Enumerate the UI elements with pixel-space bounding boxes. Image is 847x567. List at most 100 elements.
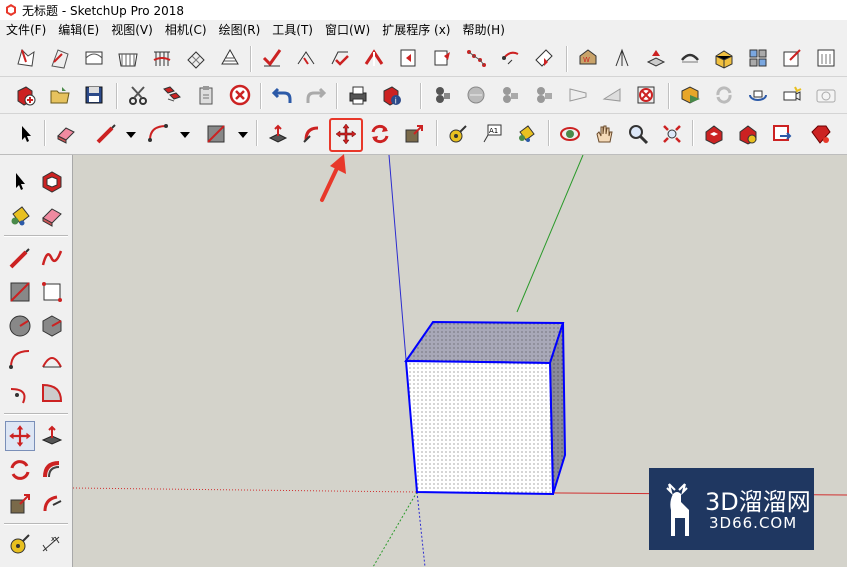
sandbox-from-contours-icon[interactable] — [14, 46, 38, 70]
extension-manager-icon[interactable] — [736, 122, 760, 146]
component-icon[interactable] — [712, 46, 736, 70]
solid-split-icon[interactable] — [430, 46, 454, 70]
new-file-icon[interactable] — [14, 83, 38, 107]
menu-window[interactable]: 窗口(W) — [319, 20, 376, 40]
cut-icon[interactable] — [126, 83, 150, 107]
solid-trim-icon[interactable] — [396, 46, 420, 70]
export-camera-icon[interactable] — [814, 83, 838, 107]
text-tool-icon[interactable]: A1 — [480, 122, 504, 146]
menu-edit[interactable]: 编辑(E) — [52, 20, 105, 40]
select-tool-icon[interactable] — [14, 122, 38, 146]
pie-icon[interactable] — [39, 381, 65, 407]
menu-view[interactable]: 视图(V) — [105, 20, 159, 40]
zoom-extents-tool-icon[interactable] — [660, 122, 684, 146]
follow-me-tool-icon[interactable] — [300, 122, 324, 146]
eraser-icon[interactable] — [39, 203, 65, 229]
curve-tool-icon[interactable] — [498, 46, 522, 70]
menu-camera[interactable]: 相机(C) — [159, 20, 213, 40]
rotated-rectangle-icon[interactable] — [39, 279, 65, 305]
rectangle-icon[interactable] — [7, 279, 33, 305]
cube-top-face[interactable] — [404, 320, 565, 365]
offset-icon[interactable] — [39, 491, 65, 517]
open-folder-icon[interactable] — [48, 83, 72, 107]
copy-icon[interactable] — [160, 83, 184, 107]
scene-camera-icon[interactable] — [780, 83, 804, 107]
sandbox-stamp-icon[interactable] — [116, 46, 140, 70]
undo-icon[interactable] — [270, 83, 294, 107]
move-icon[interactable] — [5, 421, 35, 451]
pan-tool-icon[interactable] — [592, 122, 616, 146]
extension-warehouse-icon[interactable] — [678, 46, 702, 70]
rectangle-dropdown-icon[interactable] — [238, 132, 248, 138]
polygon-icon[interactable] — [39, 313, 65, 339]
erase-icon[interactable] — [228, 83, 252, 107]
menu-extensions[interactable]: 扩展程序 (x) — [376, 20, 456, 40]
follow-me-icon[interactable] — [39, 457, 65, 483]
dimension-icon[interactable]: x — [39, 531, 65, 557]
make-component-icon[interactable] — [39, 169, 65, 195]
menu-tools[interactable]: 工具(T) — [266, 20, 319, 40]
tape-measure-tool-icon[interactable] — [446, 122, 470, 146]
materials-icon[interactable] — [746, 46, 770, 70]
photo-textures-icon[interactable] — [498, 83, 522, 107]
scale-icon[interactable] — [7, 491, 33, 517]
solid-outer-shell-icon[interactable] — [260, 46, 284, 70]
paint-bucket-icon[interactable] — [7, 203, 33, 229]
zoom-tool-icon[interactable] — [626, 122, 650, 146]
camera-pan-icon[interactable] — [746, 83, 770, 107]
photo-texture-icon[interactable] — [532, 46, 556, 70]
sections-icon[interactable] — [678, 83, 702, 107]
menu-draw[interactable]: 绘图(R) — [213, 20, 267, 40]
sandbox-smoove-icon[interactable] — [82, 46, 106, 70]
selected-cube[interactable] — [404, 320, 567, 496]
cube-front-face[interactable] — [404, 359, 555, 496]
share-model-icon[interactable] — [644, 46, 668, 70]
walk-grey-icon[interactable] — [600, 83, 624, 107]
sandbox-scratch-icon[interactable] — [48, 46, 72, 70]
share-component-icon[interactable] — [610, 46, 634, 70]
eraser-tool-icon[interactable] — [54, 122, 78, 146]
paint-bucket-tool-icon[interactable] — [514, 122, 538, 146]
sandbox-add-detail-icon[interactable] — [184, 46, 208, 70]
model-info-icon[interactable]: i — [380, 83, 404, 107]
add-location-icon[interactable] — [430, 83, 454, 107]
line-icon[interactable] — [7, 245, 33, 271]
redo-icon[interactable] — [304, 83, 328, 107]
sandbox-drape-icon[interactable] — [150, 46, 174, 70]
menu-file[interactable]: 文件(F) — [0, 20, 52, 40]
rectangle-tool-icon[interactable] — [204, 122, 228, 146]
solid-subtract-icon[interactable] — [362, 46, 386, 70]
print-icon[interactable] — [346, 83, 370, 107]
line-tool-icon[interactable] — [94, 122, 118, 146]
two-point-arc-icon[interactable] — [39, 347, 65, 373]
position-camera-grey-icon[interactable] — [566, 83, 590, 107]
rotate-icon[interactable] — [7, 457, 33, 483]
arc-dropdown-icon[interactable] — [180, 132, 190, 138]
push-pull-tool-icon[interactable] — [266, 122, 290, 146]
hide-geometry-icon[interactable] — [634, 83, 658, 107]
arc-icon[interactable] — [7, 347, 33, 373]
sandbox-flip-edge-icon[interactable] — [218, 46, 242, 70]
arc-tool-icon[interactable] — [146, 122, 170, 146]
ruby-console-icon[interactable] — [808, 122, 832, 146]
save-icon[interactable] — [82, 83, 106, 107]
three-point-arc-icon[interactable] — [7, 381, 33, 407]
rotate-tool-icon[interactable] — [368, 122, 392, 146]
3d-warehouse-icon[interactable]: W — [576, 46, 600, 70]
circle-icon[interactable] — [7, 313, 33, 339]
3d-warehouse-get-icon[interactable] — [702, 122, 726, 146]
solid-union-icon[interactable] — [328, 46, 352, 70]
push-pull-icon[interactable] — [39, 423, 65, 449]
menu-help[interactable]: 帮助(H) — [456, 20, 510, 40]
orbit-tool-icon[interactable] — [558, 122, 582, 146]
scale-tool-icon[interactable] — [402, 122, 426, 146]
paste-icon[interactable] — [194, 83, 218, 107]
preview-model-icon[interactable] — [532, 83, 556, 107]
follow-path-icon[interactable] — [464, 46, 488, 70]
send-to-layout-icon[interactable] — [770, 122, 794, 146]
tape-measure-icon[interactable] — [7, 531, 33, 557]
styles-icon[interactable] — [780, 46, 804, 70]
layout-tool-icon[interactable] — [814, 46, 838, 70]
toggle-terrain-icon[interactable] — [464, 83, 488, 107]
solid-intersect-icon[interactable] — [294, 46, 318, 70]
